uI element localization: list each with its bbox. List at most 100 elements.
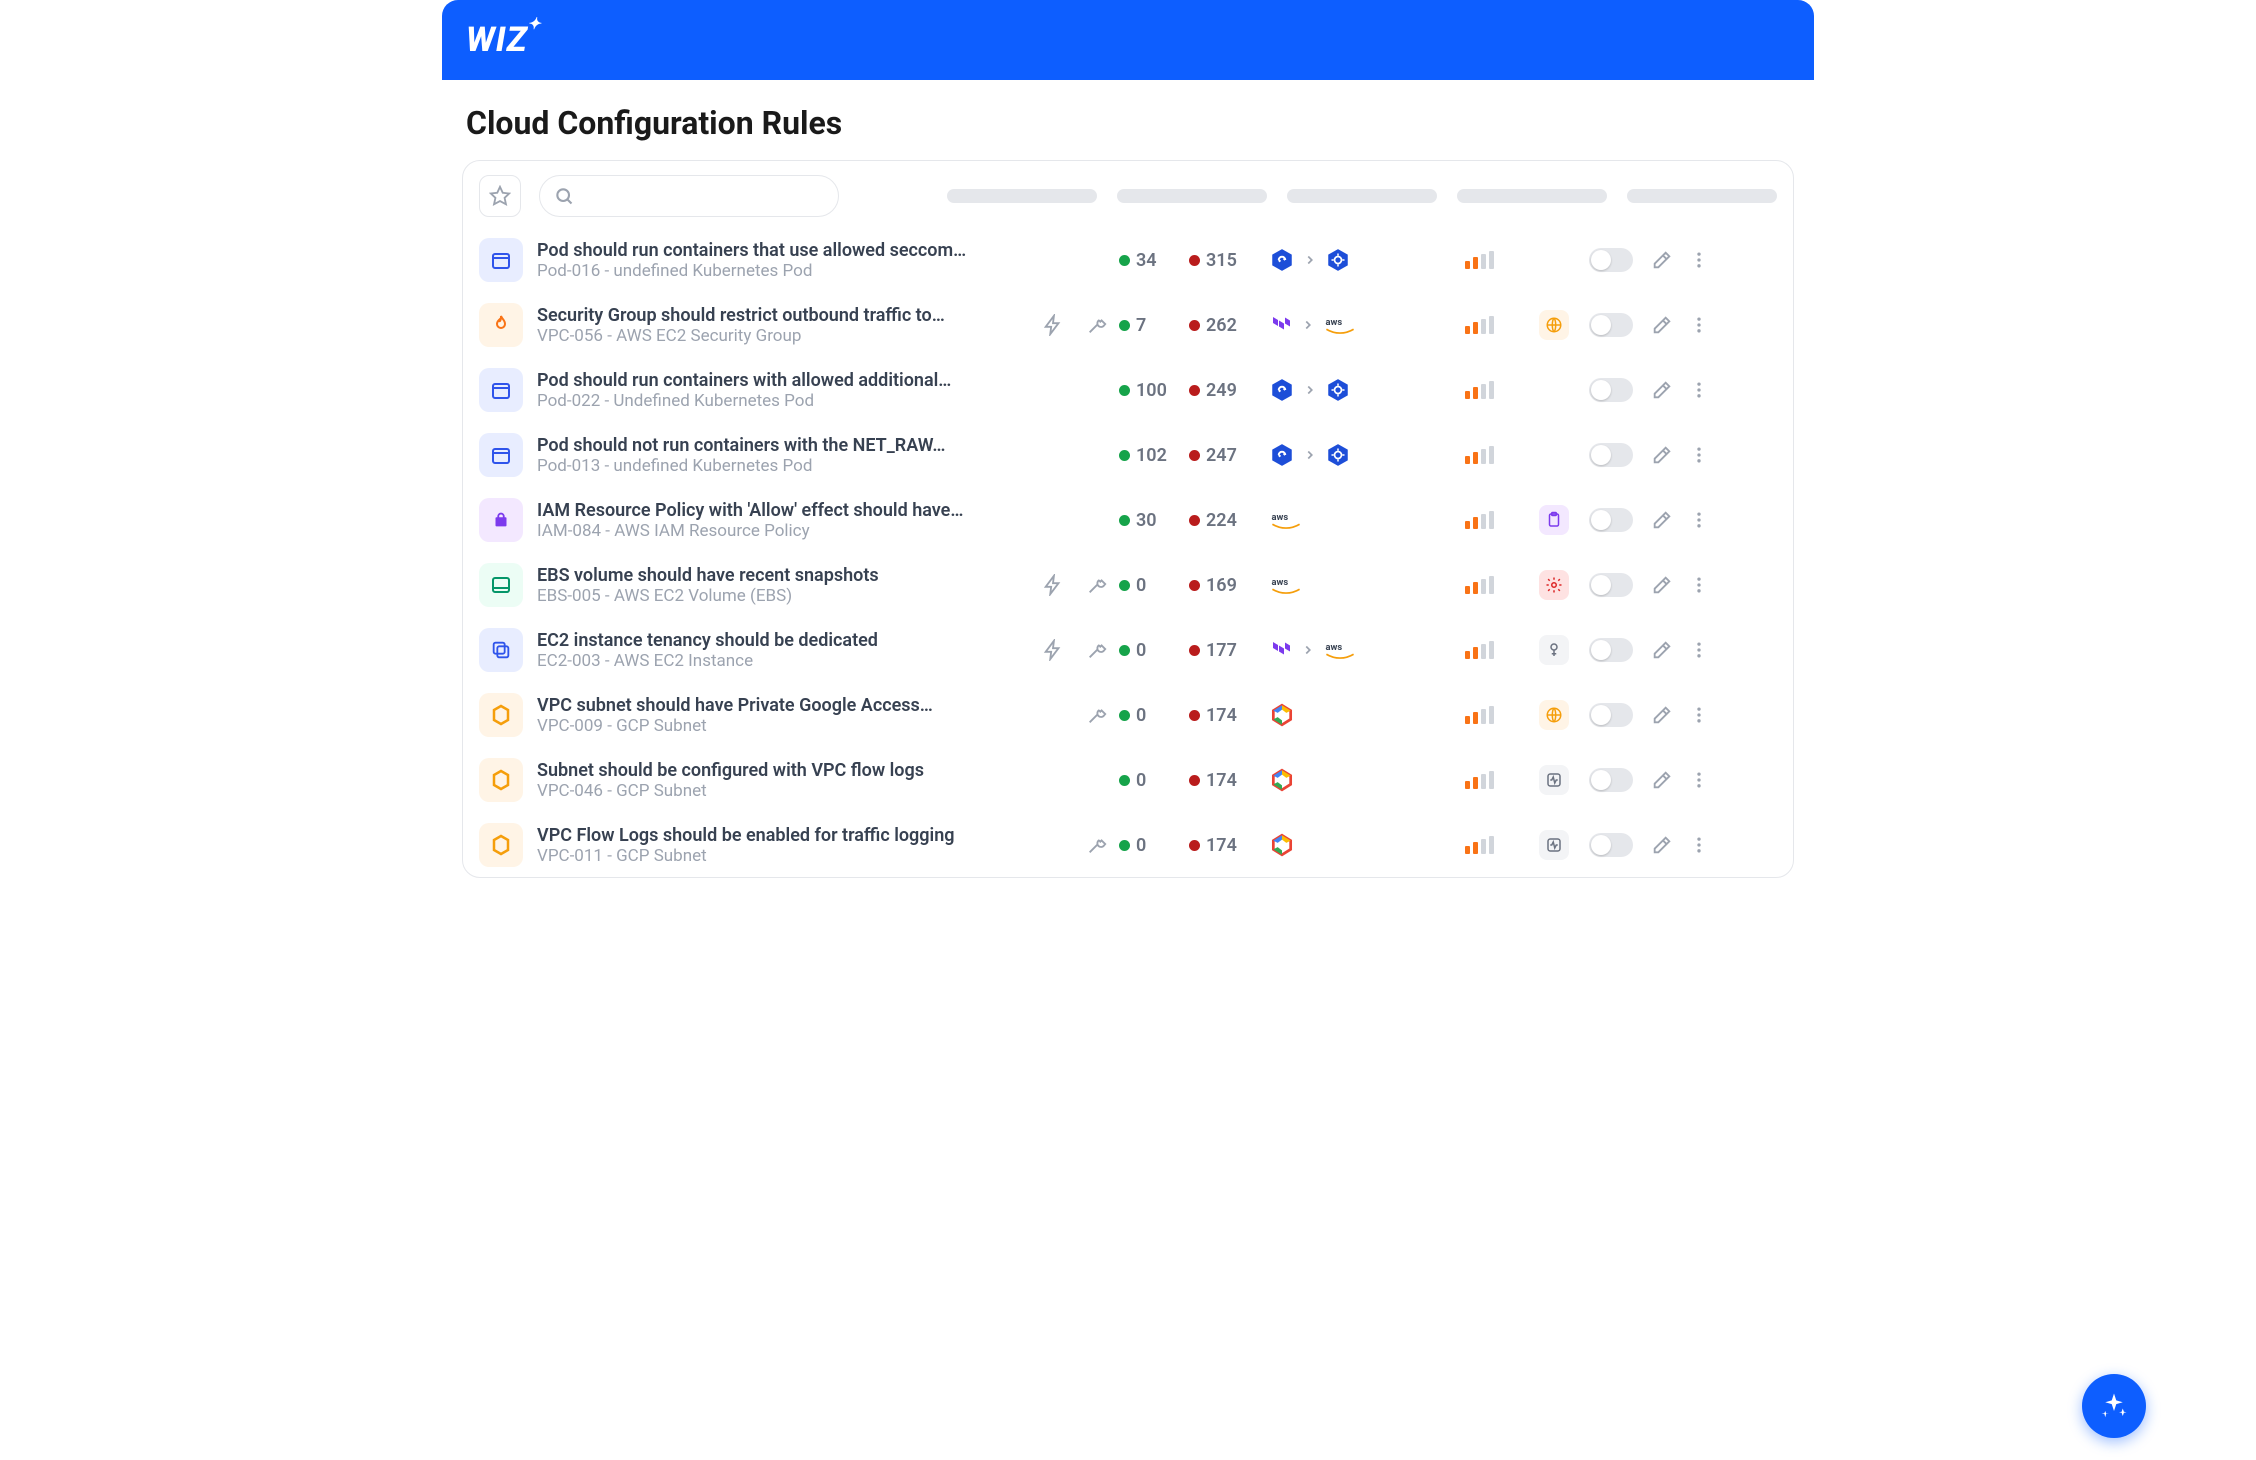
gcp-icon: [1269, 767, 1295, 793]
assistant-fab[interactable]: [2082, 1374, 2146, 1438]
rule-subtitle: VPC-056 - AWS EC2 Security Group: [537, 326, 1031, 346]
rule-text: Pod should run containers that use allow…: [531, 240, 1031, 281]
rule-category-icon: [479, 498, 523, 542]
more-button[interactable]: [1683, 575, 1715, 595]
more-button[interactable]: [1683, 705, 1715, 725]
svg-text:aws: aws: [1326, 642, 1343, 653]
enable-toggle[interactable]: [1589, 378, 1633, 402]
rule-title: Security Group should restrict outbound …: [537, 305, 1031, 326]
pass-count: 7: [1119, 315, 1189, 336]
more-button[interactable]: [1683, 510, 1715, 530]
rule-row[interactable]: Security Group should restrict outbound …: [475, 292, 1781, 357]
edit-button[interactable]: [1641, 379, 1683, 401]
search-input-wrapper[interactable]: [539, 175, 839, 217]
filter-placeholder[interactable]: [947, 189, 1097, 203]
edit-button[interactable]: [1641, 639, 1683, 661]
edit-button[interactable]: [1641, 509, 1683, 531]
more-button[interactable]: [1683, 835, 1715, 855]
filter-placeholder[interactable]: [1117, 189, 1267, 203]
rule-row[interactable]: IAM Resource Policy with 'Allow' effect …: [475, 487, 1781, 552]
chev-icon: [1301, 318, 1315, 332]
aws-icon: aws: [1269, 574, 1303, 596]
enable-toggle[interactable]: [1589, 573, 1633, 597]
wrench-icon: [1075, 704, 1119, 726]
more-button[interactable]: [1683, 250, 1715, 270]
gcp-icon: [1269, 702, 1295, 728]
platform-icons: aws: [1269, 509, 1419, 531]
aws-icon: aws: [1269, 509, 1303, 531]
severity-bars: [1419, 771, 1539, 789]
platform-icons: [1269, 767, 1419, 793]
rule-title: Subnet should be configured with VPC flo…: [537, 760, 1031, 781]
rule-row[interactable]: Pod should not run containers with the N…: [475, 422, 1781, 487]
filter-placeholder[interactable]: [1287, 189, 1437, 203]
rule-subtitle: EC2-003 - AWS EC2 Instance: [537, 651, 1031, 671]
rule-row[interactable]: VPC subnet should have Private Google Ac…: [475, 682, 1781, 747]
enable-toggle[interactable]: [1589, 638, 1633, 662]
edit-button[interactable]: [1641, 574, 1683, 596]
severity-bars: [1419, 511, 1539, 529]
enable-toggle[interactable]: [1589, 313, 1633, 337]
bolt-icon: [1031, 639, 1075, 661]
pass-count: 0: [1119, 835, 1189, 856]
edit-button[interactable]: [1641, 769, 1683, 791]
rule-category-icon: [479, 563, 523, 607]
more-button[interactable]: [1683, 315, 1715, 335]
rule-title: EC2 instance tenancy should be dedicated: [537, 630, 1031, 651]
wrench-icon: [1075, 639, 1119, 661]
filter-placeholder[interactable]: [1627, 189, 1777, 203]
rule-row[interactable]: Subnet should be configured with VPC flo…: [475, 747, 1781, 812]
k8s-refresh-icon: [1269, 247, 1295, 273]
edit-button[interactable]: [1641, 834, 1683, 856]
rule-category-icon: [479, 238, 523, 282]
platform-icons: [1269, 377, 1419, 403]
more-button[interactable]: [1683, 380, 1715, 400]
more-button[interactable]: [1683, 770, 1715, 790]
rule-category-icon: [479, 368, 523, 412]
rule-badge: [1539, 635, 1589, 665]
rule-row[interactable]: VPC Flow Logs should be enabled for traf…: [475, 812, 1781, 877]
rule-text: EBS volume should have recent snapshots …: [531, 565, 1031, 606]
pass-count: 0: [1119, 770, 1189, 791]
pass-count: 34: [1119, 250, 1189, 271]
favorites-button[interactable]: [479, 175, 521, 217]
chev-icon: [1303, 383, 1317, 397]
rule-title: Pod should not run containers with the N…: [537, 435, 1031, 456]
search-input[interactable]: [582, 188, 824, 205]
k8s-icon: [1325, 247, 1351, 273]
severity-bars: [1419, 251, 1539, 269]
terraform-icon: [1269, 313, 1293, 337]
rule-text: VPC subnet should have Private Google Ac…: [531, 695, 1031, 736]
edit-button[interactable]: [1641, 314, 1683, 336]
rule-badge: [1539, 765, 1589, 795]
enable-toggle[interactable]: [1589, 508, 1633, 532]
wrench-icon: [1075, 574, 1119, 596]
enable-toggle[interactable]: [1589, 833, 1633, 857]
gcp-icon: [1269, 832, 1295, 858]
pass-count: 0: [1119, 575, 1189, 596]
severity-bars: [1419, 641, 1539, 659]
fail-count: 262: [1189, 315, 1269, 336]
chev-icon: [1303, 448, 1317, 462]
edit-button[interactable]: [1641, 704, 1683, 726]
edit-button[interactable]: [1641, 444, 1683, 466]
enable-toggle[interactable]: [1589, 443, 1633, 467]
rule-row[interactable]: Pod should run containers that use allow…: [475, 227, 1781, 292]
more-button[interactable]: [1683, 445, 1715, 465]
edit-button[interactable]: [1641, 249, 1683, 271]
more-button[interactable]: [1683, 640, 1715, 660]
enable-toggle[interactable]: [1589, 248, 1633, 272]
fail-count: 247: [1189, 445, 1269, 466]
enable-toggle[interactable]: [1589, 703, 1633, 727]
bolt-icon: [1031, 574, 1075, 596]
fail-count: 169: [1189, 575, 1269, 596]
enable-toggle[interactable]: [1589, 768, 1633, 792]
filter-placeholder[interactable]: [1457, 189, 1607, 203]
rule-row[interactable]: EBS volume should have recent snapshots …: [475, 552, 1781, 617]
rule-subtitle: Pod-016 - undefined Kubernetes Pod: [537, 261, 1031, 281]
aws-icon: aws: [1323, 639, 1357, 661]
fail-count: 174: [1189, 705, 1269, 726]
rule-row[interactable]: Pod should run containers with allowed a…: [475, 357, 1781, 422]
pass-count: 0: [1119, 640, 1189, 661]
rule-row[interactable]: EC2 instance tenancy should be dedicated…: [475, 617, 1781, 682]
